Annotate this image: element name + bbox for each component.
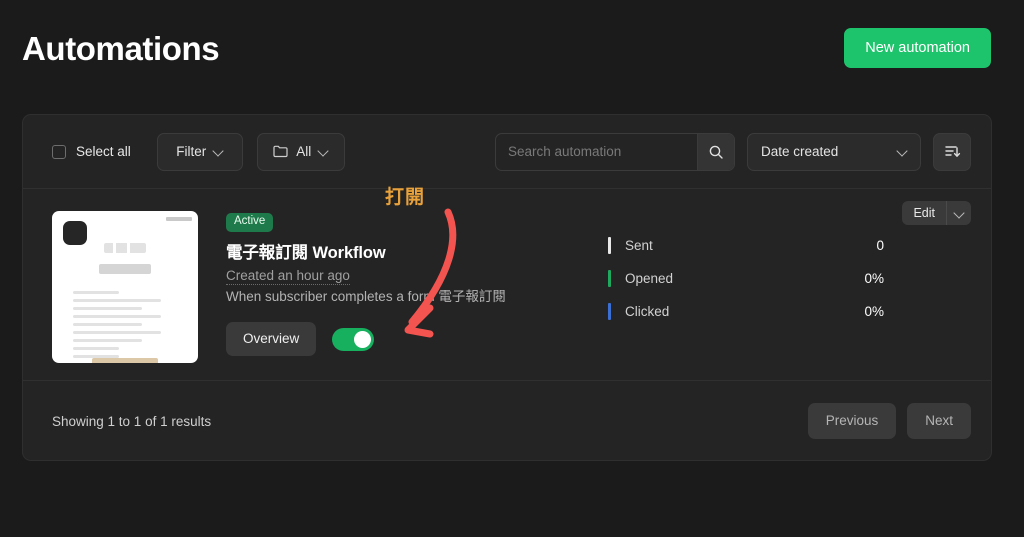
sort-field-select[interactable]: Date created [747,132,921,171]
stat-opened: Opened 0% [608,262,884,295]
new-automation-button[interactable]: New automation [844,27,991,69]
stat-sent: Sent 0 [608,229,884,262]
next-page-button[interactable]: Next [907,403,971,439]
sort-direction-button[interactable] [933,132,971,171]
automation-created-time: Created an hour ago [226,267,350,285]
search-area: Date created [495,132,971,171]
edit-split-button: Edit [902,201,971,225]
filter-label: Filter [176,144,207,159]
stat-value: 0 [876,238,884,253]
thumbnail-logo [63,221,87,245]
automation-description: When subscriber completes a form 電子報訂閱 [226,288,506,304]
email-preview-thumbnail[interactable] [52,211,198,363]
page-title: Automations [22,29,220,67]
chevron-down-icon [955,209,964,218]
thumbnail-body-lines [73,291,161,363]
select-all-label: Select all [76,144,131,159]
edit-dropdown-button[interactable] [946,201,971,225]
overview-button[interactable]: Overview [226,322,317,356]
stat-clicked: Clicked 0% [608,295,884,328]
search-input[interactable] [496,133,697,170]
stat-value: 0% [864,304,884,319]
automation-row: Active 電子報訂閱 Workflow Created an hour ag… [23,189,991,381]
search-icon [709,145,723,159]
folder-label: All [296,144,312,159]
select-all-control[interactable]: Select all [52,144,131,159]
stat-value: 0% [864,271,884,286]
toolbar: Select all Filter All Search automation … [23,115,991,189]
edit-button[interactable]: Edit [902,201,946,225]
chevron-down-icon [319,147,328,156]
filter-button[interactable]: Filter [156,132,243,171]
previous-page-button[interactable]: Previous [807,403,897,439]
search-button[interactable] [697,133,734,170]
thumbnail-footer-bar [92,358,158,363]
card-footer: Showing 1 to 1 of 1 results Previous Nex… [23,381,991,460]
chevron-down-icon [214,147,223,156]
results-count: Showing 1 to 1 of 1 results [52,413,212,429]
folder-icon [273,145,288,158]
toggle-knob [354,330,372,348]
stat-label: Sent [625,238,653,253]
stat-label: Opened [625,271,674,286]
select-all-checkbox[interactable] [52,144,66,159]
thumbnail-corner-text [166,217,192,221]
thumbnail-script-text [104,243,146,253]
folder-select-button[interactable]: All [256,132,345,171]
automations-page: Automations New automation Select all Fi… [0,0,1024,537]
chevron-down-icon [898,147,907,156]
stat-color-bar [608,237,611,254]
stat-label: Clicked [625,304,670,319]
search-box [495,132,735,171]
sort-descending-icon [944,146,960,157]
automations-card: Select all Filter All Search automation … [22,114,992,461]
status-badge: Active [226,213,274,232]
sort-field-value: Date created [761,144,839,159]
page-header: Automations New automation [0,0,1024,96]
stat-color-bar [608,270,611,287]
stat-color-bar [608,303,611,320]
automation-stats: Sent 0 Opened 0% Clicked 0% [608,209,884,328]
automation-active-toggle[interactable] [332,327,375,351]
pagination: Previous Next [807,403,971,439]
automation-actions: Overview [226,322,556,356]
automation-detail: Active 電子報訂閱 Workflow Created an hour ag… [226,209,556,356]
automation-title: 電子報訂閱 Workflow [226,243,386,262]
thumbnail-heading [99,264,151,274]
